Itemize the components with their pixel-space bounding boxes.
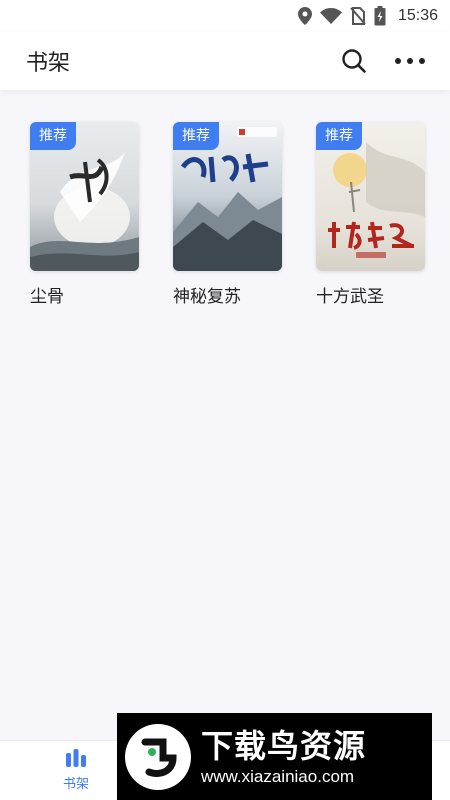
book-cover[interactable]: 推荐 bbox=[173, 122, 282, 271]
search-icon bbox=[342, 49, 366, 73]
more-icon bbox=[395, 58, 425, 64]
watermark-title: 下载鸟资源 bbox=[201, 726, 367, 765]
watermark-url: www.xiazainiao.com bbox=[201, 766, 355, 786]
book-card[interactable]: 推荐 神秘复苏 bbox=[173, 122, 282, 307]
page-title: 书架 bbox=[26, 51, 71, 76]
bird-logo-icon bbox=[125, 723, 191, 790]
watermark-text: 下载鸟资源 www.xiazainiao.com bbox=[201, 726, 366, 788]
bookshelf-grid: 推荐 尘骨 推荐 神秘复苏 推荐 十方武圣 bbox=[30, 122, 430, 307]
recommend-badge: 推荐 bbox=[316, 122, 362, 150]
app-header: 书架 bbox=[0, 32, 450, 90]
search-button[interactable] bbox=[336, 43, 372, 79]
book-title[interactable]: 十方武圣 bbox=[316, 282, 425, 307]
book-card[interactable]: 推荐 尘骨 bbox=[30, 122, 139, 307]
book-cover[interactable]: 推荐 bbox=[30, 122, 139, 271]
status-bar: 15:36 bbox=[0, 0, 450, 32]
status-time: 15:36 bbox=[397, 7, 438, 24]
more-button[interactable] bbox=[392, 43, 428, 79]
book-cover[interactable]: 推荐 bbox=[316, 122, 425, 271]
nav-label-bookshelf: 书架 bbox=[62, 777, 89, 792]
recommend-badge: 推荐 bbox=[173, 122, 219, 150]
recommend-badge: 推荐 bbox=[30, 122, 76, 150]
location-icon bbox=[297, 7, 312, 25]
book-card[interactable]: 推荐 十方武圣 bbox=[316, 122, 425, 307]
watermark-banner: 下载鸟资源 www.xiazainiao.com bbox=[117, 713, 432, 800]
battery-charging-icon bbox=[374, 6, 386, 26]
no-sim-icon bbox=[350, 7, 366, 25]
book-title[interactable]: 神秘复苏 bbox=[173, 282, 282, 307]
bookshelf-icon bbox=[66, 749, 86, 767]
nav-item-bookshelf[interactable]: 书架 bbox=[48, 747, 104, 792]
wifi-icon bbox=[319, 8, 342, 24]
book-title[interactable]: 尘骨 bbox=[30, 282, 139, 307]
